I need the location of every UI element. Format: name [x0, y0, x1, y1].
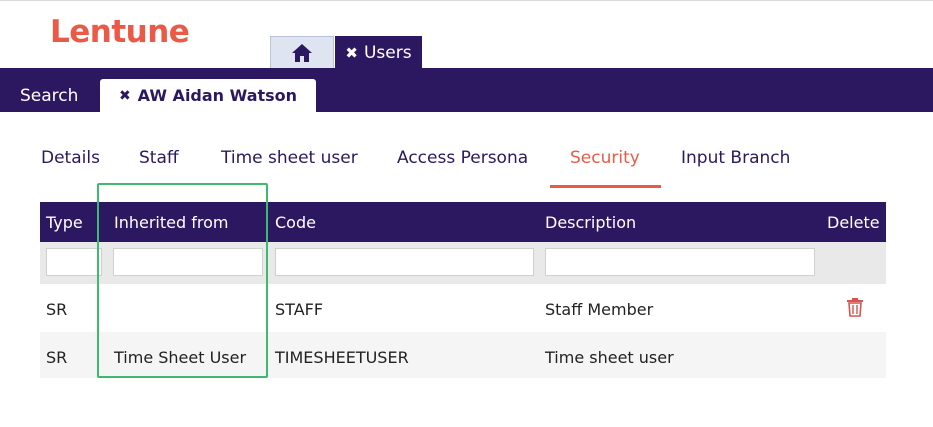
header-description[interactable]: Description — [545, 213, 636, 232]
inherited-filter-input[interactable] — [113, 248, 263, 276]
cell-type: SR — [46, 300, 68, 319]
cell-code: TIMESHEETUSER — [275, 348, 409, 367]
home-tab[interactable] — [270, 36, 334, 69]
trash-icon[interactable] — [846, 297, 864, 317]
table-row[interactable]: SR Time Sheet User TIMESHEETUSER Time sh… — [40, 332, 886, 378]
header-delete: Delete — [827, 213, 880, 232]
filter-row — [40, 242, 886, 284]
person-tab-label: AW Aidan Watson — [137, 86, 298, 105]
header-type[interactable]: Type — [46, 213, 83, 232]
users-tab[interactable]: ✖ Users — [335, 36, 422, 69]
tab-time-sheet-user[interactable]: Time sheet user — [221, 148, 358, 168]
users-tab-label: Users — [363, 42, 412, 63]
tab-input-branch[interactable]: Input Branch — [681, 148, 790, 168]
active-tab-indicator — [550, 185, 661, 188]
tab-details[interactable]: Details — [41, 148, 100, 168]
cell-description: Time sheet user — [545, 348, 674, 367]
cell-description: Staff Member — [545, 300, 654, 319]
tab-staff[interactable]: Staff — [139, 148, 179, 168]
description-filter-input[interactable] — [545, 248, 815, 276]
search-tab[interactable]: Search — [20, 86, 78, 106]
header-inherited-from[interactable]: Inherited from — [114, 213, 228, 232]
tab-access-persona[interactable]: Access Persona — [397, 148, 528, 168]
type-filter-input[interactable] — [46, 248, 102, 276]
security-table: Type Inherited from Code Description Del… — [40, 202, 886, 378]
cell-inherited-from: Time Sheet User — [114, 348, 247, 367]
close-icon[interactable]: ✖ — [345, 44, 358, 62]
top-border — [0, 0, 933, 1]
cell-type: SR — [46, 348, 68, 367]
close-icon[interactable]: ✖ — [119, 88, 131, 104]
table-row[interactable]: SR STAFF Staff Member — [40, 284, 886, 332]
home-icon — [292, 44, 312, 62]
header-code[interactable]: Code — [275, 213, 316, 232]
cell-code: STAFF — [275, 300, 324, 319]
code-filter-input[interactable] — [275, 248, 534, 276]
tab-security[interactable]: Security — [570, 148, 640, 168]
table-header: Type Inherited from Code Description Del… — [40, 202, 886, 242]
lentune-logo: Lentune — [50, 14, 190, 50]
person-tab[interactable]: ✖ AW Aidan Watson — [100, 79, 316, 112]
sub-tab-bar: Details Staff Time sheet user Access Per… — [0, 148, 933, 192]
